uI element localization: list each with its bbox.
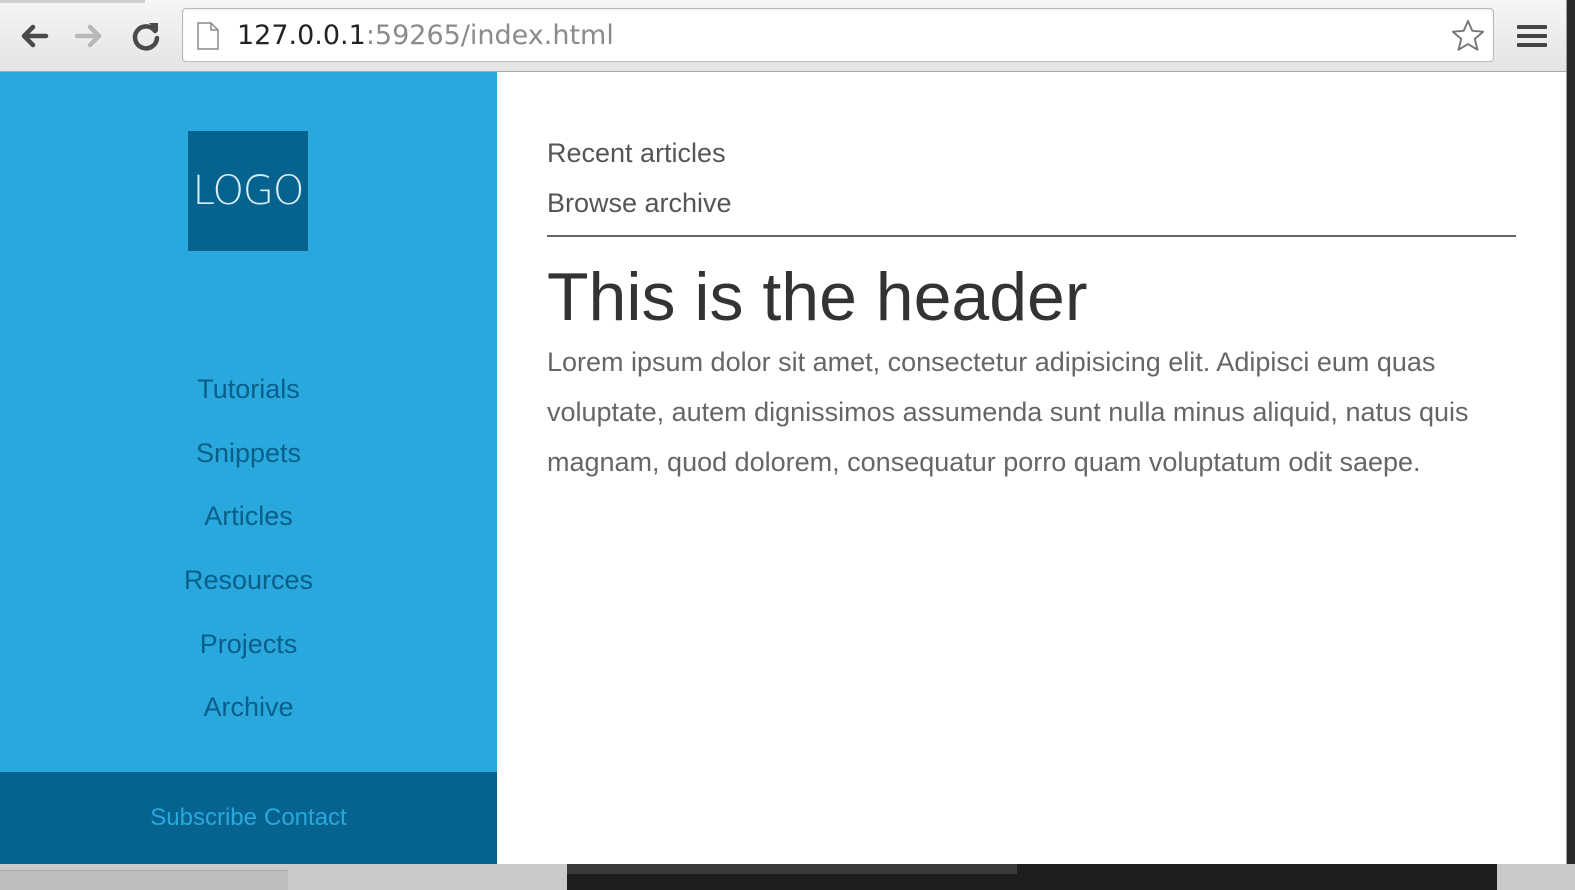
sidebar-nav-item: Articles (0, 485, 497, 549)
contact-link[interactable]: Contact (264, 804, 347, 832)
url-text[interactable]: 127.0.0.1:59265/index.html (237, 19, 614, 53)
forward-button[interactable] (67, 14, 111, 58)
web-page: LOGO Tutorials Snippets Articles Resourc… (0, 72, 1566, 864)
page-header: This is the header (547, 259, 1088, 335)
sidebar-nav-item: Snippets (0, 422, 497, 486)
sidebar-link-projects[interactable]: Projects (200, 629, 298, 660)
address-bar[interactable]: 127.0.0.1:59265/index.html (182, 8, 1494, 62)
background-dark-window (567, 864, 1497, 890)
menu-icon-bar (1517, 34, 1547, 38)
browser-window: 127.0.0.1:59265/index.html LOGO Tutorial… (0, 0, 1567, 864)
menu-icon-bar (1517, 25, 1547, 29)
star-icon (1451, 19, 1485, 51)
sidebar-footer: Subscribe Contact (0, 772, 497, 864)
bookmark-star-button[interactable] (1449, 17, 1487, 55)
sidebar-link-articles[interactable]: Articles (204, 501, 293, 532)
forward-arrow-icon (74, 24, 102, 48)
browse-archive-link[interactable]: Browse archive (547, 178, 732, 228)
top-links: Recent articles Browse archive (547, 128, 732, 228)
main-content: Recent articles Browse archive This is t… (547, 72, 1516, 864)
tab-strip (0, 0, 145, 3)
reload-button[interactable] (124, 14, 168, 58)
sidebar-nav: Tutorials Snippets Articles Resources Pr… (0, 358, 497, 740)
logo-text: LOGO (192, 168, 305, 214)
background-window-edge (567, 864, 1017, 874)
sidebar-link-snippets[interactable]: Snippets (196, 438, 301, 469)
browser-menu-button[interactable] (1512, 16, 1552, 56)
sidebar-link-archive[interactable]: Archive (203, 692, 293, 723)
url-path: :59265/index.html (365, 20, 614, 51)
logo[interactable]: LOGO (188, 131, 308, 251)
sidebar-link-resources[interactable]: Resources (184, 565, 313, 596)
back-arrow-icon (21, 24, 49, 48)
body-paragraph: Lorem ipsum dolor sit amet, consectetur … (547, 347, 1469, 477)
sidebar-nav-item: Archive (0, 676, 497, 740)
menu-icon-bar (1517, 43, 1547, 47)
back-button[interactable] (12, 14, 56, 58)
sidebar: LOGO Tutorials Snippets Articles Resourc… (0, 72, 497, 864)
sidebar-nav-item: Projects (0, 612, 497, 676)
reload-icon (132, 23, 160, 51)
background-window (0, 870, 288, 890)
subscribe-link[interactable]: Subscribe (150, 804, 257, 832)
url-host: 127.0.0.1 (237, 20, 366, 51)
sidebar-link-tutorials[interactable]: Tutorials (197, 374, 300, 405)
recent-articles-link[interactable]: Recent articles (547, 128, 732, 178)
divider (547, 235, 1516, 237)
desktop-background (0, 864, 1575, 890)
page-icon (197, 22, 219, 50)
browser-toolbar: 127.0.0.1:59265/index.html (0, 0, 1566, 72)
sidebar-nav-item: Resources (0, 549, 497, 613)
sidebar-nav-item: Tutorials (0, 358, 497, 422)
